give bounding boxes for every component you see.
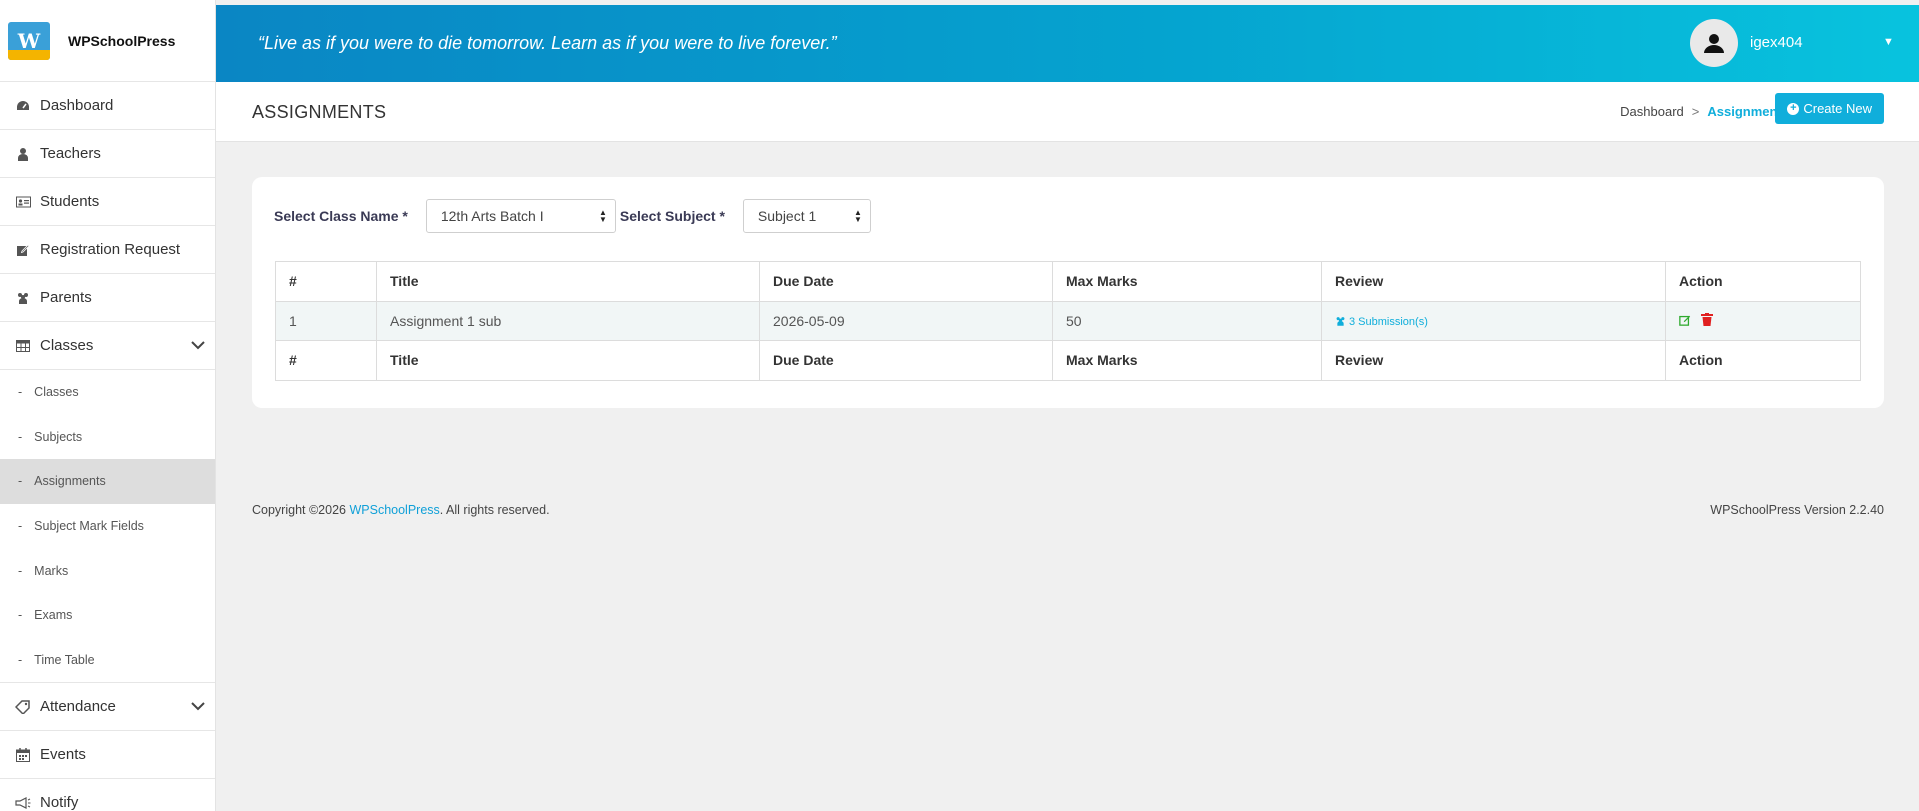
class-select-label: Select Class Name * [274,208,408,224]
id-card-icon [14,194,32,210]
chevron-down-icon [191,337,205,354]
sidebar-item-events[interactable]: Events [0,731,215,780]
sidebar: W WPSchoolPress Dashboard Teachers Stude… [0,0,216,811]
page-title: ASSIGNMENTS [252,102,387,122]
wordpress-logo-icon: W [8,21,50,60]
sidebar-item-attendance[interactable]: Attendance [0,683,215,732]
sidebar-item-label: Events [40,746,86,764]
sidebar-subitem-assignments[interactable]: - Assignments [0,459,215,504]
subject-select[interactable]: Subject 1 ▲ ▼ [742,199,871,233]
cell-max-marks: 50 [1052,300,1322,342]
sidebar-item-classes[interactable]: Classes [0,322,215,370]
users-icon [1335,316,1346,329]
column-header-num[interactable]: # [275,261,377,302]
table-footer-row: # Title Due Date Max Marks Review Action [275,340,1861,381]
cell-num: 1 [275,300,377,342]
column-footer-action: Action [1665,340,1861,381]
create-new-label: Create New [1803,101,1872,116]
sidebar-item-teachers[interactable]: Teachers [0,130,215,178]
column-footer-review: Review [1321,340,1666,381]
table-row: 1 Assignment 1 sub 2026-05-09 50 3 Submi… [275,300,1861,342]
column-footer-max-marks: Max Marks [1052,340,1322,381]
cell-action [1665,300,1861,342]
tag-icon [14,699,32,715]
breadcrumb: Dashboard > Assignments [1620,104,1789,119]
sidebar-item-dashboard[interactable]: Dashboard [0,82,215,130]
submissions-link[interactable]: 3 Submission(s) [1335,316,1428,329]
sidebar-subitem-time-table[interactable]: - Time Table [0,638,215,683]
sidebar-item-label: Notify [40,794,79,811]
class-select[interactable]: 12th Arts Batch I ▲ ▼ [425,199,616,233]
user-icon [14,146,32,162]
cell-review: 3 Submission(s) [1321,300,1666,342]
footer-copyright: Copyright ©2026 WPSchoolPress. All right… [252,503,550,517]
cell-title: Assignment 1 sub [376,300,760,342]
megaphone-icon [14,795,32,811]
calendar-icon [14,747,32,763]
sidebar-item-label: Dashboard [40,97,114,114]
sidebar-subitem-marks[interactable]: - Marks [0,548,215,593]
column-header-review[interactable]: Review [1321,261,1666,302]
breadcrumb-dashboard[interactable]: Dashboard [1620,104,1684,119]
select-arrows-icon: ▲ ▼ [598,208,607,224]
sidebar-item-parents[interactable]: Parents [0,274,215,322]
sidebar-subitem-classes[interactable]: - Classes [0,370,215,415]
sidebar-subitem-subject-mark-fields[interactable]: - Subject Mark Fields [0,504,215,549]
sidebar-item-registration-request[interactable]: Registration Request [0,226,215,274]
column-footer-due-date: Due Date [759,340,1053,381]
filter-bar: Select Class Name * 12th Arts Batch I ▲ ▼… [274,199,871,233]
column-footer-num: # [275,340,377,381]
sidebar-item-notify[interactable]: Notify [0,779,215,811]
footer-version: WPSchoolPress Version 2.2.40 [1710,503,1884,517]
footer-brand-link[interactable]: WPSchoolPress [349,503,439,517]
caret-down-icon[interactable]: ▼ [1883,36,1894,48]
column-header-title[interactable]: Title [376,261,760,302]
brand[interactable]: W WPSchoolPress [0,0,215,82]
column-header-max-marks[interactable]: Max Marks [1052,261,1322,302]
chevron-down-icon [191,698,205,715]
sidebar-subitem-subjects[interactable]: - Subjects [0,415,215,460]
table-header-row: # Title Due Date Max Marks Review Action [275,261,1861,302]
sidebar-item-label: Teachers [40,145,101,162]
sidebar-item-label: Registration Request [40,241,181,258]
select-arrows-icon: ▲ ▼ [853,208,862,224]
cell-due-date: 2026-05-09 [759,300,1053,342]
page-header: ASSIGNMENTS Dashboard > Assignments + Cr… [216,82,1919,142]
assignments-card: Select Class Name * 12th Arts Batch I ▲ ▼… [252,177,1884,408]
assignments-table: # Title Due Date Max Marks Review Action… [275,261,1861,381]
subject-select-value: Subject 1 [757,208,817,224]
submissions-label: 3 Submission(s) [1349,316,1428,329]
sidebar-item-label: Parents [40,289,92,306]
dashboard-icon [14,98,32,114]
users-icon [14,290,32,306]
create-new-button[interactable]: + Create New [1775,93,1884,124]
avatar[interactable] [1690,19,1738,67]
trash-icon[interactable] [1700,312,1713,329]
edit-icon[interactable] [1679,314,1695,329]
column-header-due-date[interactable]: Due Date [759,261,1053,302]
table-icon [14,338,32,354]
sidebar-item-students[interactable]: Students [0,178,215,226]
plus-circle-icon: + [1787,102,1800,115]
top-header: “Live as if you were to die tomorrow. Le… [216,5,1919,82]
sidebar-subitem-exams[interactable]: - Exams [0,593,215,638]
subject-select-label: Select Subject * [619,208,725,224]
column-footer-title: Title [376,340,760,381]
class-select-value: 12th Arts Batch I [440,208,544,224]
chevron-right-icon: > [1691,104,1700,119]
classes-submenu: - Classes - Subjects - Assignments - Subject… [0,370,215,684]
sidebar-item-label: Classes [40,337,94,354]
column-header-action[interactable]: Action [1665,261,1861,302]
header-quote: “Live as if you were to die tomorrow. Le… [258,33,837,53]
brand-name: WPSchoolPress [68,32,176,49]
sidebar-item-label: Attendance [40,698,116,716]
sidebar-item-label: Students [40,193,100,210]
username[interactable]: igex404 [1750,34,1803,51]
user-avatar-icon [1704,34,1724,53]
edit-icon [14,242,32,258]
